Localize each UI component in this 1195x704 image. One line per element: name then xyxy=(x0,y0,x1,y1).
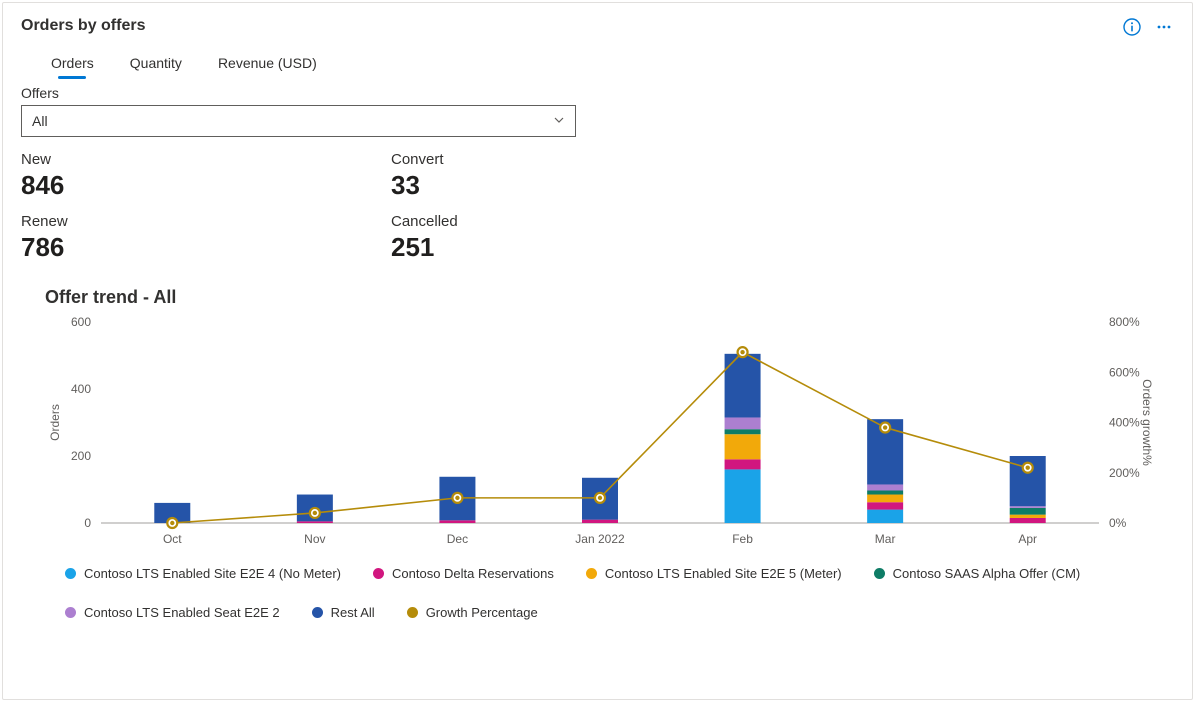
tab-orders[interactable]: Orders xyxy=(51,55,94,77)
page-title: Orders by offers xyxy=(21,17,145,35)
legend-swatch xyxy=(586,568,597,579)
bar-segment[interactable] xyxy=(725,469,761,523)
svg-text:Dec: Dec xyxy=(447,532,468,546)
metric-label: Convert xyxy=(391,151,511,168)
svg-text:Feb: Feb xyxy=(732,532,753,546)
svg-text:Mar: Mar xyxy=(875,532,896,546)
legend-swatch xyxy=(65,607,76,618)
bar-segment[interactable] xyxy=(867,510,903,523)
legend-swatch xyxy=(407,607,418,618)
offers-select-value: All xyxy=(32,113,48,129)
filter-label: Offers xyxy=(21,85,1174,101)
svg-text:Apr: Apr xyxy=(1018,532,1037,546)
chevron-down-icon xyxy=(553,113,565,129)
growth-marker-dot xyxy=(313,511,317,515)
growth-marker-dot xyxy=(170,521,174,525)
metric-value: 846 xyxy=(21,170,141,201)
legend-item[interactable]: Contoso LTS Enabled Site E2E 5 (Meter) xyxy=(586,566,842,581)
growth-marker-dot xyxy=(598,496,602,500)
legend-label: Rest All xyxy=(331,605,375,620)
bar-segment[interactable] xyxy=(725,459,761,469)
metric-value: 33 xyxy=(391,170,511,201)
svg-text:400: 400 xyxy=(71,382,91,396)
metric-label: Cancelled xyxy=(391,213,511,230)
legend-label: Contoso LTS Enabled Site E2E 4 (No Meter… xyxy=(84,566,341,581)
card-actions xyxy=(1122,17,1174,37)
legend-swatch xyxy=(373,568,384,579)
tab-revenue[interactable]: Revenue (USD) xyxy=(218,55,317,77)
svg-text:0%: 0% xyxy=(1109,516,1127,530)
tabs: Orders Quantity Revenue (USD) xyxy=(21,55,1174,77)
metrics-row-2: Renew 786 Cancelled 251 xyxy=(21,213,1174,263)
bar-segment[interactable] xyxy=(725,429,761,434)
card-header: Orders by offers xyxy=(21,17,1174,37)
bar-segment[interactable] xyxy=(1010,506,1046,508)
legend-swatch xyxy=(65,568,76,579)
offer-trend-chart: 0 200 400 600 0% 200% 400% 600% 800% Orders Orders… xyxy=(45,316,1158,556)
tab-quantity[interactable]: Quantity xyxy=(130,55,182,77)
chart-legend: Contoso LTS Enabled Site E2E 4 (No Meter… xyxy=(65,566,1174,620)
more-icon[interactable] xyxy=(1154,17,1174,37)
svg-text:200: 200 xyxy=(71,449,91,463)
metric-label: Renew xyxy=(21,213,141,230)
legend-label: Contoso LTS Enabled Seat E2E 2 xyxy=(84,605,280,620)
legend-item[interactable]: Contoso Delta Reservations xyxy=(373,566,554,581)
metric-renew: Renew 786 xyxy=(21,213,141,263)
legend-label: Growth Percentage xyxy=(426,605,538,620)
bar-segment[interactable] xyxy=(297,521,333,523)
bar-segment[interactable] xyxy=(582,520,618,523)
legend-swatch xyxy=(312,607,323,618)
orders-by-offers-card: Orders by offers Orders Quantity Revenue xyxy=(2,2,1193,700)
bar-segment[interactable] xyxy=(439,520,475,523)
bar-segment[interactable] xyxy=(867,491,903,495)
chart-svg: 0 200 400 600 0% 200% 400% 600% 800% Orders Orders… xyxy=(45,316,1155,551)
legend-label: Contoso LTS Enabled Site E2E 5 (Meter) xyxy=(605,566,842,581)
metric-convert: Convert 33 xyxy=(391,151,511,201)
legend-label: Contoso SAAS Alpha Offer (CM) xyxy=(893,566,1081,581)
metric-cancelled: Cancelled 251 xyxy=(391,213,511,263)
bar-segment[interactable] xyxy=(725,434,761,459)
metrics-row-1: New 846 Convert 33 xyxy=(21,151,1174,201)
svg-text:200%: 200% xyxy=(1109,466,1140,480)
legend-item[interactable]: Contoso LTS Enabled Site E2E 4 (No Meter… xyxy=(65,566,341,581)
legend-item[interactable]: Rest All xyxy=(312,605,375,620)
growth-marker-dot xyxy=(740,350,744,354)
growth-marker-dot xyxy=(883,425,887,429)
svg-text:Nov: Nov xyxy=(304,532,325,546)
svg-text:0: 0 xyxy=(84,516,91,530)
metric-value: 251 xyxy=(391,232,511,263)
svg-text:Orders: Orders xyxy=(48,404,62,441)
legend-item[interactable]: Growth Percentage xyxy=(407,605,538,620)
svg-text:Orders growth%: Orders growth% xyxy=(1140,379,1154,466)
bar-segment[interactable] xyxy=(1010,508,1046,515)
bar-segment[interactable] xyxy=(867,484,903,490)
bar-segment[interactable] xyxy=(867,502,903,509)
svg-text:Oct: Oct xyxy=(163,532,182,546)
svg-text:800%: 800% xyxy=(1109,316,1140,329)
bar-segment[interactable] xyxy=(867,495,903,503)
svg-text:400%: 400% xyxy=(1109,416,1140,430)
metric-label: New xyxy=(21,151,141,168)
offers-select[interactable]: All xyxy=(21,105,576,137)
info-icon[interactable] xyxy=(1122,17,1142,37)
bar-segment[interactable] xyxy=(1010,518,1046,523)
svg-text:600%: 600% xyxy=(1109,365,1140,379)
legend-swatch xyxy=(874,568,885,579)
growth-marker-dot xyxy=(455,496,459,500)
svg-text:600: 600 xyxy=(71,316,91,329)
legend-label: Contoso Delta Reservations xyxy=(392,566,554,581)
bar-segment[interactable] xyxy=(725,417,761,429)
growth-marker-dot xyxy=(1026,466,1030,470)
metric-new: New 846 xyxy=(21,151,141,201)
bar-segment[interactable] xyxy=(725,354,761,418)
bar-segment[interactable] xyxy=(1010,515,1046,518)
svg-text:Jan 2022: Jan 2022 xyxy=(575,532,625,546)
legend-item[interactable]: Contoso SAAS Alpha Offer (CM) xyxy=(874,566,1081,581)
metric-value: 786 xyxy=(21,232,141,263)
chart-title: Offer trend - All xyxy=(45,287,1174,308)
legend-item[interactable]: Contoso LTS Enabled Seat E2E 2 xyxy=(65,605,280,620)
